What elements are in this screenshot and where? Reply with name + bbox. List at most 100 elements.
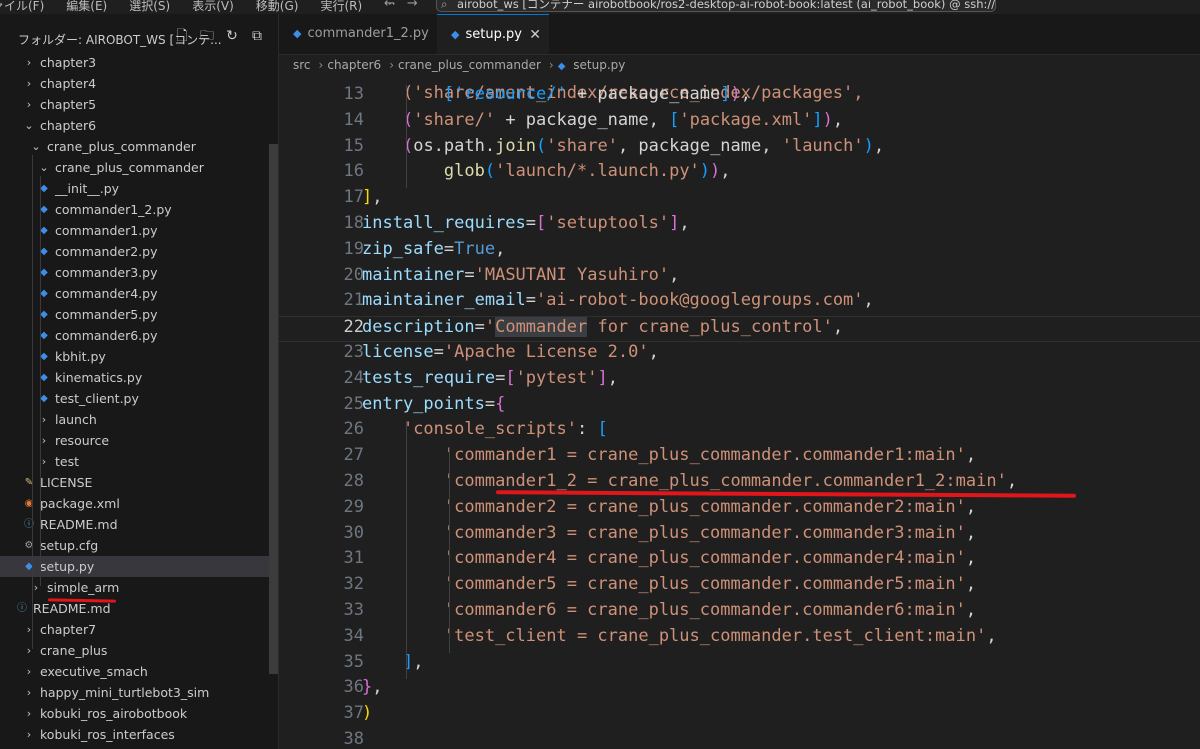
code-line[interactable]: 15 (os.path.join('share', package_name, … (279, 136, 1200, 162)
code-line[interactable]: 19 zip_safe=True, (279, 239, 1200, 265)
tab-setup-py[interactable]: ◆ setup.py ✕ (437, 14, 549, 54)
tree-item-label: commander1_2.py (55, 202, 172, 217)
code-line[interactable]: 14 ('share/' + package_name, ['package.x… (279, 110, 1200, 136)
tree-item[interactable]: ◆ setup.py (0, 556, 278, 577)
forward-arrow-icon[interactable]: → (407, 0, 418, 11)
tree-item[interactable]: ◆ commander6.py (0, 325, 278, 346)
tree-item[interactable]: › crane_plus (0, 640, 278, 661)
line-number: 38 (343, 729, 364, 749)
code-line[interactable]: 21 maintainer_email='ai-robot-book@google… (279, 290, 1200, 316)
code-line[interactable]: 22 description='Commander for crane_plus_… (279, 316, 1200, 342)
chevron-right-icon[interactable]: › (24, 94, 34, 115)
tree-item[interactable]: ◆ commander5.py (0, 304, 278, 325)
tree-item[interactable]: ⌄ chapter6 (0, 115, 278, 136)
tree-item[interactable]: ◆ commander3.py (0, 262, 278, 283)
tree-item[interactable]: › launch (0, 409, 278, 430)
code-text: entry_points={ (362, 393, 506, 414)
code-line[interactable]: 33 'commander6 = crane_plus_commander.co… (279, 600, 1200, 626)
code-editor[interactable]: ('share/ament_index/resource_index/packa… (279, 77, 1200, 749)
tree-item[interactable]: › chapter4 (0, 73, 278, 94)
chevron-right-icon[interactable]: › (24, 661, 34, 682)
code-line[interactable]: 38 (279, 729, 1200, 749)
chevron-right-icon[interactable]: › (24, 682, 34, 703)
chevron-down-icon[interactable]: ⌄ (39, 157, 49, 178)
tree-item[interactable]: ◆ commander1_2.py (0, 199, 278, 220)
code-line[interactable]: 13 ['resource/' + package_name]), (279, 84, 1200, 110)
tree-item[interactable]: ⌄ crane_plus_commander (0, 136, 278, 157)
refresh-icon[interactable]: ↻ (224, 28, 240, 44)
code-line[interactable]: 37) (279, 703, 1200, 729)
breadcrumb-item[interactable]: src (293, 58, 311, 72)
new-folder-icon[interactable]: 🗀 (199, 28, 215, 44)
tree-item[interactable]: ⌄ crane_plus_commander (0, 157, 278, 178)
tree-item[interactable]: › resource (0, 430, 278, 451)
tree-item[interactable]: ⓘ README.md (0, 598, 278, 619)
code-line[interactable]: 26 'console_scripts': [ (279, 419, 1200, 445)
menu-item[interactable]: ァイル(F) (0, 0, 44, 14)
code-line[interactable]: 20 maintainer='MASUTANI Yasuhiro', (279, 265, 1200, 291)
line-number: 26 (343, 419, 364, 440)
tree-item[interactable]: › simple_arm (0, 577, 278, 598)
chevron-down-icon[interactable]: ⌄ (31, 136, 41, 157)
tree-item[interactable]: › test (0, 451, 278, 472)
line-number: 28 (343, 471, 364, 491)
chevron-right-icon[interactable]: › (24, 703, 34, 724)
tree-item[interactable]: ✎ LICENSE (0, 472, 278, 493)
tab-commander1_2[interactable]: ◆ commander1_2.py (279, 14, 437, 54)
code-line[interactable]: 30 'commander3 = crane_plus_commander.co… (279, 523, 1200, 549)
tree-item[interactable]: › chapter5 (0, 94, 278, 115)
close-icon[interactable]: ✕ (529, 15, 541, 55)
menu-item[interactable]: 選択(S) (129, 0, 170, 14)
tree-item[interactable]: › kobuki_ros_airobotbook (0, 703, 278, 724)
python-file-icon: ◆ (557, 61, 566, 72)
command-center[interactable]: ⌕ airobot_ws [コンテナー airobotbook/ros2-des… (436, 0, 996, 12)
code-line[interactable]: 36}, (279, 677, 1200, 703)
tree-item-label: kinematics.py (55, 370, 143, 385)
sidebar-scrollbar[interactable] (269, 144, 278, 674)
chevron-down-icon[interactable]: ⌄ (24, 115, 34, 136)
code-line[interactable]: 29 'commander2 = crane_plus_commander.co… (279, 497, 1200, 523)
code-line[interactable]: 23 license='Apache License 2.0', (279, 342, 1200, 368)
tree-item[interactable]: ◆ commander2.py (0, 241, 278, 262)
code-line[interactable]: 34 'test_client = crane_plus_commander.t… (279, 626, 1200, 652)
menu-item[interactable]: 移動(G) (256, 0, 299, 14)
tree-item-label: chapter5 (40, 97, 97, 112)
chevron-right-icon[interactable]: › (24, 73, 34, 94)
menu-item[interactable]: 編集(E) (66, 0, 107, 14)
tree-item[interactable]: ◆ commander1.py (0, 220, 278, 241)
tree-item[interactable]: ◆ kbhit.py (0, 346, 278, 367)
menu-item[interactable]: 実行(R) (320, 0, 362, 14)
code-line[interactable]: 24 tests_require=['pytest'], (279, 368, 1200, 394)
code-line[interactable]: 32 'commander5 = crane_plus_commander.co… (279, 574, 1200, 600)
menu-item[interactable]: 表示(V) (192, 0, 234, 14)
tree-item[interactable]: › chapter3 (0, 52, 278, 73)
collapse-all-icon[interactable]: ⧉ (249, 28, 265, 44)
breadcrumb-item[interactable]: crane_plus_commander (398, 58, 541, 72)
code-line[interactable]: 17], (279, 187, 1200, 213)
tree-item[interactable]: ⓘ README.md (0, 514, 278, 535)
tree-item[interactable]: › kobuki_ros_interfaces (0, 724, 278, 745)
tree-item[interactable]: › happy_mini_turtlebot3_sim (0, 682, 278, 703)
breadcrumb-item[interactable]: setup.py (573, 58, 625, 72)
tree-item[interactable]: ◆ commander4.py (0, 283, 278, 304)
code-text: 'commander1 = crane_plus_commander.comma… (443, 445, 977, 466)
indent-guide (40, 176, 41, 586)
tree-item[interactable]: › chapter7 (0, 619, 278, 640)
code-line[interactable]: 25 entry_points={ (279, 394, 1200, 420)
code-line[interactable]: 27 'commander1 = crane_plus_commander.co… (279, 445, 1200, 471)
code-line[interactable]: 31 'commander4 = crane_plus_commander.co… (279, 548, 1200, 574)
code-line[interactable]: 35 ], (279, 652, 1200, 678)
code-line[interactable]: 18 install_requires=['setuptools'], (279, 213, 1200, 239)
code-line[interactable]: 16 glob('launch/*.launch.py')), (279, 161, 1200, 187)
tree-item[interactable]: ◆ kinematics.py (0, 367, 278, 388)
chevron-right-icon[interactable]: › (24, 724, 34, 745)
breadcrumb-item[interactable]: chapter6 (327, 58, 381, 72)
chevron-right-icon[interactable]: › (24, 52, 34, 73)
tree-item[interactable]: ◉ package.xml (0, 493, 278, 514)
tree-item[interactable]: ◆ test_client.py (0, 388, 278, 409)
tree-item[interactable]: ⚙ setup.cfg (0, 535, 278, 556)
tree-item[interactable]: › executive_smach (0, 661, 278, 682)
tree-item[interactable]: ◆ __init__.py (0, 178, 278, 199)
new-file-icon[interactable]: 🗋 (174, 28, 190, 44)
back-arrow-icon[interactable]: ← (384, 0, 395, 11)
